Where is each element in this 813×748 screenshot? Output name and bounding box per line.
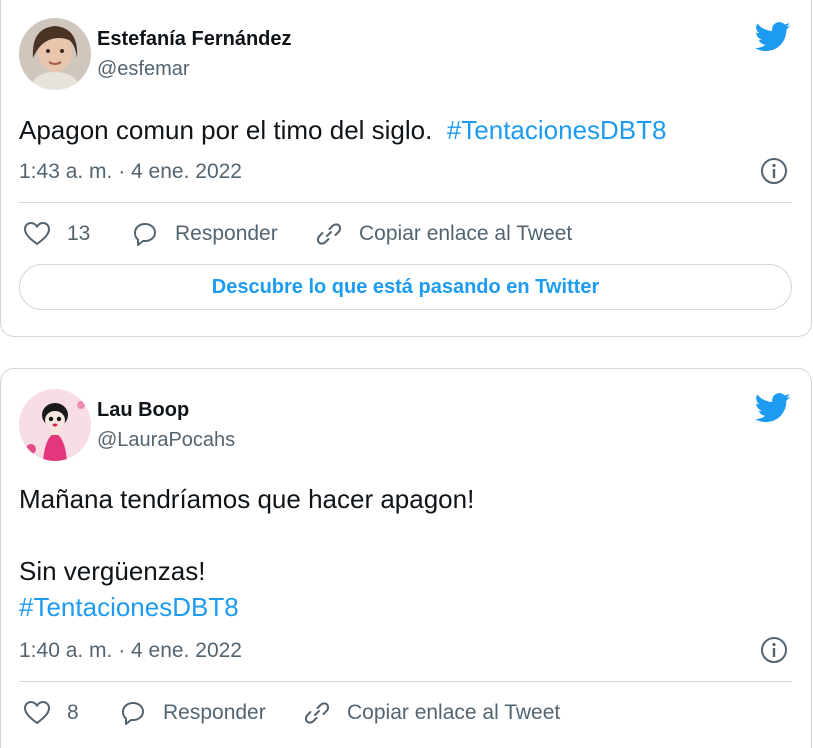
- tweet-text: Apagon comun por el timo del siglo. #Ten…: [19, 112, 791, 148]
- copy-link-label: Copiar enlace al Tweet: [347, 701, 561, 724]
- heart-icon: [23, 700, 51, 725]
- author-name[interactable]: Estefanía Fernández: [97, 28, 292, 51]
- reply-label: Responder: [175, 222, 278, 245]
- hashtag-link[interactable]: #TentacionesDBT8: [447, 115, 667, 145]
- divider: [19, 202, 792, 203]
- tweet-timestamp[interactable]: 1:43 a. m. · 4 ene. 2022: [19, 160, 242, 184]
- tweet-card: Lau Boop @LauraPocahs Mañana tendríamos …: [0, 368, 812, 748]
- info-icon[interactable]: [760, 157, 788, 185]
- avatar[interactable]: [19, 18, 91, 90]
- hashtag-link[interactable]: #TentacionesDBT8: [19, 589, 791, 625]
- divider: [19, 681, 792, 682]
- tweet-timestamp[interactable]: 1:40 a. m. · 4 ene. 2022: [19, 639, 242, 663]
- reply-button[interactable]: Responder: [131, 220, 278, 248]
- reply-icon: [122, 702, 144, 725]
- tweet-text: Mañana tendríamos que hacer apagon! Sin …: [19, 481, 791, 625]
- author-name[interactable]: Lau Boop: [97, 399, 189, 422]
- reply-label: Responder: [163, 701, 266, 724]
- copy-link-button[interactable]: Copiar enlace al Tweet: [303, 699, 560, 727]
- author-handle[interactable]: @LauraPocahs: [97, 429, 235, 452]
- tweet-text-line: Mañana tendríamos que hacer apagon!: [19, 484, 475, 514]
- twitter-bird-icon[interactable]: [755, 393, 791, 423]
- discover-twitter-button[interactable]: Descubre lo que está pasando en Twitter: [19, 264, 792, 310]
- info-icon[interactable]: [760, 636, 788, 664]
- heart-icon: [23, 221, 51, 246]
- link-icon: [304, 702, 330, 724]
- reply-button[interactable]: Responder: [119, 699, 266, 727]
- tweet-text-body: Apagon comun por el timo del siglo.: [19, 115, 433, 145]
- author-handle[interactable]: @esfemar: [97, 58, 190, 81]
- copy-link-label: Copiar enlace al Tweet: [359, 222, 573, 245]
- copy-link-button[interactable]: Copiar enlace al Tweet: [315, 220, 572, 248]
- reply-icon: [134, 223, 156, 246]
- twitter-bird-icon[interactable]: [755, 22, 791, 52]
- link-icon: [316, 223, 342, 245]
- tweet-card: Estefanía Fernández @esfemar Apagon comu…: [0, 0, 812, 337]
- like-button[interactable]: 8: [23, 699, 79, 727]
- like-button[interactable]: 13: [23, 220, 90, 248]
- like-count: 8: [67, 701, 79, 724]
- like-count: 13: [67, 222, 91, 245]
- avatar[interactable]: [19, 389, 91, 461]
- tweet-text-line: Sin vergüenzas!: [19, 556, 206, 586]
